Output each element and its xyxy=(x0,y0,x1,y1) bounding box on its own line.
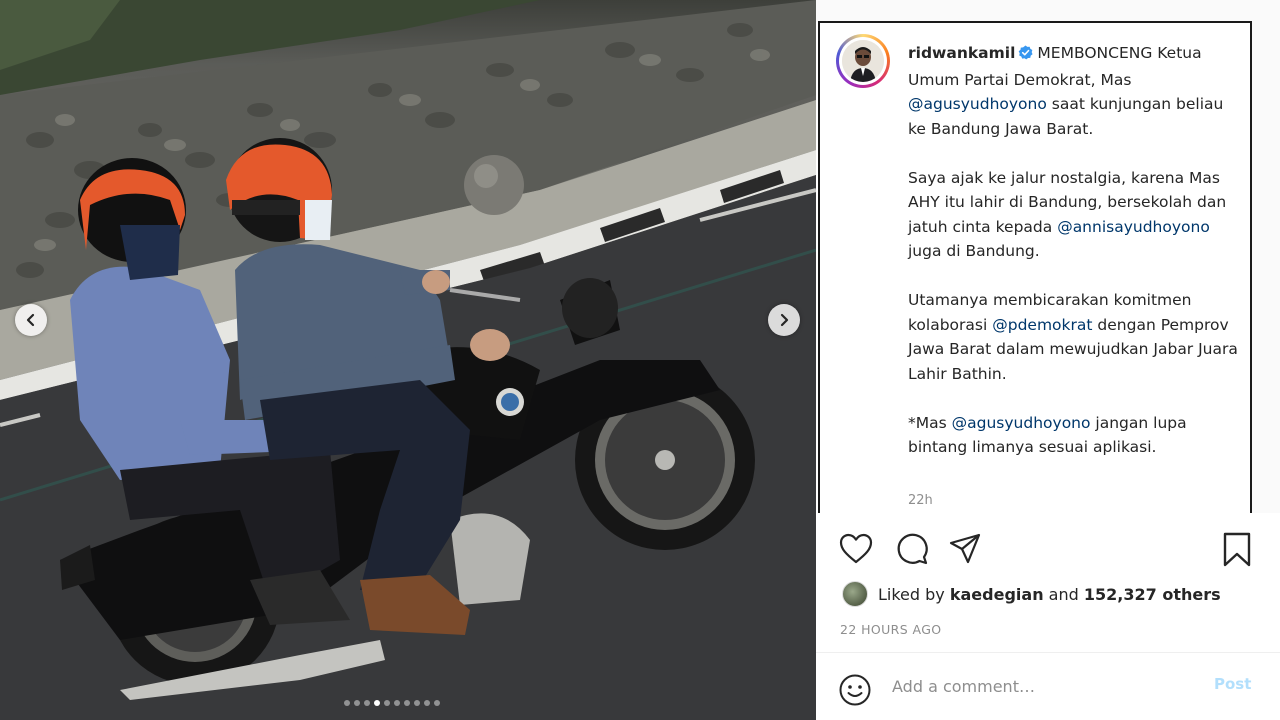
bookmark-icon[interactable] xyxy=(1222,532,1252,572)
verified-badge-icon xyxy=(1018,43,1033,68)
carousel-dot xyxy=(414,700,420,706)
carousel-dot xyxy=(364,700,370,706)
carousel-next-button[interactable] xyxy=(768,304,800,336)
comment-icon[interactable] xyxy=(894,532,930,570)
carousel-prev-button[interactable] xyxy=(15,304,47,336)
post-caption: ridwankamil MEMBONCENG Ketua Umum Partai … xyxy=(908,41,1238,484)
chevron-right-icon xyxy=(780,313,789,327)
mention-link[interactable]: @pdemokrat xyxy=(992,316,1092,334)
liked-by-user[interactable]: kaedegian xyxy=(950,585,1044,604)
author-username[interactable]: ridwankamil xyxy=(908,44,1015,62)
mention-link[interactable]: @annisayudhoyono xyxy=(1057,218,1210,236)
carousel-dot xyxy=(384,700,390,706)
caption-text: juga di Bandung. xyxy=(908,242,1040,260)
motorcycle-photo xyxy=(0,0,816,720)
carousel-dot xyxy=(374,700,380,706)
mention-link[interactable]: @agusyudhoyono xyxy=(952,414,1091,432)
carousel-indicators xyxy=(344,700,440,706)
panel-top-strip xyxy=(816,0,1280,22)
liked-by-and: and xyxy=(1048,584,1079,604)
author-avatar-image xyxy=(842,40,884,82)
liked-by-others[interactable]: 152,327 others xyxy=(1084,585,1221,604)
carousel-dot xyxy=(394,700,400,706)
post-comment-button[interactable]: Post xyxy=(1214,675,1251,693)
liked-by-label: Liked by xyxy=(878,584,945,604)
heart-icon[interactable] xyxy=(838,532,874,570)
smiley-icon[interactable] xyxy=(838,673,872,711)
caption-scrollbar[interactable] xyxy=(1252,21,1280,513)
caption-paragraph-4: *Mas xyxy=(908,413,947,432)
comment-input[interactable] xyxy=(892,673,1212,699)
liker-avatar[interactable] xyxy=(842,581,868,607)
post-photo[interactable] xyxy=(0,0,816,720)
post-actions xyxy=(838,532,1258,572)
carousel-dot xyxy=(434,700,440,706)
post-timestamp[interactable]: 22 HOURS AGO xyxy=(840,622,942,637)
chevron-left-icon xyxy=(26,313,35,327)
mention-link[interactable]: @agusyudhoyono xyxy=(908,95,1047,113)
likes-summary: Liked by kaedegian and 152,327 others xyxy=(842,580,1221,608)
carousel-dot xyxy=(344,700,350,706)
author-avatar[interactable] xyxy=(836,34,890,88)
carousel-dot xyxy=(354,700,360,706)
carousel-dot xyxy=(424,700,430,706)
paper-plane-icon[interactable] xyxy=(948,532,982,570)
carousel-dot xyxy=(404,700,410,706)
likes-text: Liked by kaedegian and 152,327 others xyxy=(878,585,1221,604)
caption-container[interactable]: ridwankamil MEMBONCENG Ketua Umum Partai … xyxy=(818,21,1252,513)
caption-timestamp[interactable]: 22h xyxy=(908,493,933,508)
add-comment-bar: Post xyxy=(816,653,1280,720)
